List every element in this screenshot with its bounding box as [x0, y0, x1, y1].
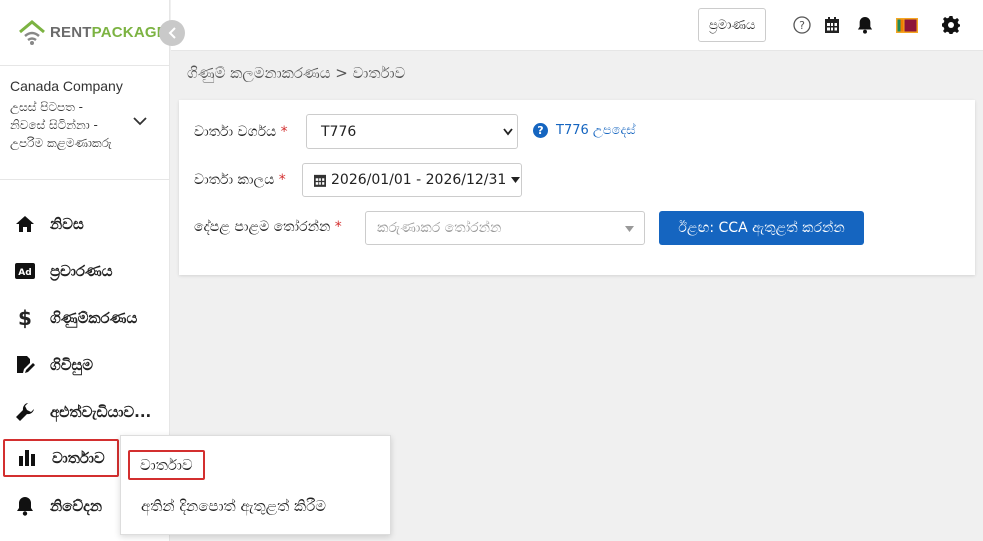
- verify-button[interactable]: ප්‍රමාණය: [698, 8, 767, 42]
- collapse-sidebar-button[interactable]: [159, 20, 185, 46]
- report-submenu: වාර්තාව අතින් දිනපොත් ඇතුළත් කිරීම: [120, 435, 391, 535]
- caret-down-icon: [511, 177, 521, 183]
- property-label: දේපළ පාළම තෝරන්න *: [194, 219, 342, 235]
- notification-bell-icon[interactable]: [855, 15, 875, 35]
- sidebar-item-label: අළුත්වැඩියාව...: [50, 402, 152, 421]
- report-type-select[interactable]: T776: [306, 114, 518, 149]
- company-name: Canada Company: [10, 78, 123, 94]
- property-select[interactable]: කරුණාකර තෝරන්න: [365, 211, 645, 245]
- wrench-icon: [14, 401, 36, 423]
- dollar-icon: $: [18, 305, 32, 330]
- chevron-down-icon: [503, 128, 513, 136]
- submenu-item-manual-journal[interactable]: අතින් දිනපොත් ඇතුළත් කිරීම: [141, 497, 326, 515]
- ad-icon: Ad: [14, 260, 36, 282]
- sidebar-item-label: ගිණුම්කරණය: [50, 308, 138, 327]
- sidebar-item-advertising[interactable]: Ad ප්‍රචාරණය: [0, 247, 169, 294]
- sidebar-item-label: වාර්තාව: [52, 449, 105, 467]
- report-type-value: T776: [321, 123, 357, 140]
- next-enter-cca-button[interactable]: ඊළඟ: CCA ඇතුළත් කරන්න: [659, 211, 864, 245]
- top-bar: ප්‍රමාණය ?: [171, 0, 983, 51]
- bar-chart-icon: [16, 447, 38, 469]
- sidebar-item-label: නිවස: [50, 214, 84, 233]
- calendar-icon: [314, 174, 326, 187]
- logo-text: RENTPACKAGE: [50, 24, 167, 41]
- sidebar-item-report[interactable]: වාර්තාව: [3, 439, 119, 477]
- submenu-item-report[interactable]: වාර්තාව: [128, 450, 205, 480]
- property-placeholder: කරුණාකර තෝරන්න: [377, 220, 502, 236]
- sidebar-item-maintenance[interactable]: අළුත්වැඩියාව...: [0, 388, 169, 435]
- svg-text:?: ?: [799, 19, 805, 32]
- logo-house-icon: [19, 19, 45, 45]
- report-type-label: වාර්තා වර්ගය *: [194, 124, 288, 140]
- sidebar-item-contract[interactable]: ගිවිසුම: [0, 341, 169, 388]
- company-role: උසස් පිටපත - නිවසේ සිටින්නා - උපරිම කළමණ…: [10, 100, 112, 150]
- language-flag-icon[interactable]: [896, 15, 918, 35]
- report-period-value: 2026/01/01 - 2026/12/31: [331, 172, 507, 188]
- sidebar-item-label: නිවේදන: [50, 496, 103, 515]
- gear-icon[interactable]: [941, 15, 961, 35]
- t776-help-link[interactable]: ? T776 උපදෙස්: [533, 123, 636, 138]
- chevron-left-icon: [168, 27, 176, 39]
- logo[interactable]: RENTPACKAGE: [0, 0, 169, 66]
- help-link-text: T776 උපදෙස්: [556, 123, 636, 138]
- help-circle-icon[interactable]: ?: [792, 15, 812, 35]
- sidebar-item-label: ප්‍රචාරණය: [50, 261, 113, 280]
- sidebar-item-home[interactable]: නිවස: [0, 200, 169, 247]
- caret-down-icon: [625, 226, 634, 232]
- report-period-label: වාර්තා කාලය *: [194, 172, 286, 188]
- report-form-card: වාර්තා වර්ගය * T776 ? T776 උපදෙස් වාර්තා…: [179, 100, 975, 275]
- svg-text:Ad: Ad: [18, 268, 31, 278]
- home-icon: [14, 213, 36, 235]
- contract-icon: [14, 354, 36, 376]
- question-circle-icon: ?: [533, 123, 548, 138]
- chevron-down-icon[interactable]: [133, 116, 147, 126]
- sidebar-item-label: ගිවිසුම: [50, 355, 94, 374]
- calendar-icon[interactable]: [822, 15, 842, 35]
- sidebar-item-accounting[interactable]: $ ගිණුම්කරණය: [0, 294, 169, 341]
- report-period-picker[interactable]: 2026/01/01 - 2026/12/31: [302, 163, 522, 197]
- company-selector[interactable]: Canada Company උසස් පිටපත - නිවසේ සිටින්…: [0, 66, 169, 180]
- breadcrumb: ගිණුම් කලමනාකරණය > වාර්තාව: [187, 64, 406, 82]
- bell-icon: [14, 495, 36, 517]
